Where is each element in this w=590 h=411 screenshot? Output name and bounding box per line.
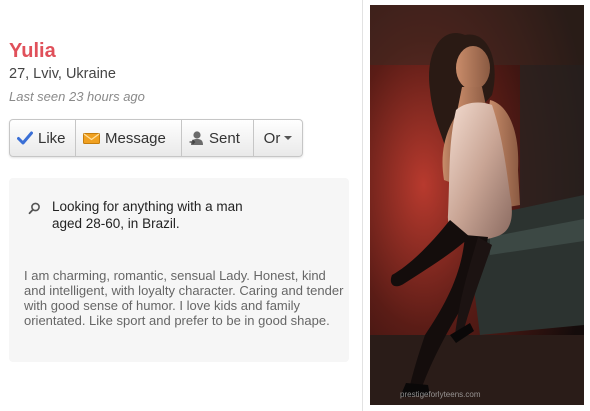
action-buttons: Like Message Sent Or: [9, 119, 303, 157]
looking-for-text: Looking for anything with a man aged 28-…: [52, 198, 282, 232]
sent-label: Sent: [209, 129, 240, 147]
or-dropdown-button[interactable]: Or: [254, 120, 302, 156]
like-label: Like: [38, 129, 66, 147]
user-sent-icon: [189, 130, 204, 146]
profile-photo[interactable]: prestigeforlyteens.com: [370, 5, 584, 405]
photo-watermark: prestigeforlyteens.com: [400, 390, 481, 399]
caret-down-icon: [284, 136, 293, 140]
profile-panel: Yulia 27, Lviv, Ukraine Last seen 23 hou…: [0, 0, 360, 411]
about-card: Looking for anything with a man aged 28-…: [9, 178, 349, 362]
last-seen: Last seen 23 hours ago: [9, 89, 145, 104]
check-icon: [17, 131, 33, 145]
profile-name[interactable]: Yulia: [9, 40, 56, 63]
looking-for-line2: aged 28-60, in Brazil.: [52, 216, 180, 231]
profile-photo-frame: prestigeforlyteens.com: [362, 0, 589, 411]
envelope-icon: [83, 132, 100, 145]
message-label: Message: [105, 129, 166, 147]
profile-meta: 27, Lviv, Ukraine: [9, 66, 116, 82]
or-label: Or: [263, 129, 281, 147]
like-button[interactable]: Like: [10, 120, 76, 156]
about-text: I am charming, romantic, sensual Lady. H…: [24, 268, 344, 328]
looking-for-line1: Looking for anything with a man: [52, 199, 243, 214]
sent-button[interactable]: Sent: [182, 120, 254, 156]
message-button[interactable]: Message: [76, 120, 182, 156]
search-icon: [28, 202, 41, 220]
